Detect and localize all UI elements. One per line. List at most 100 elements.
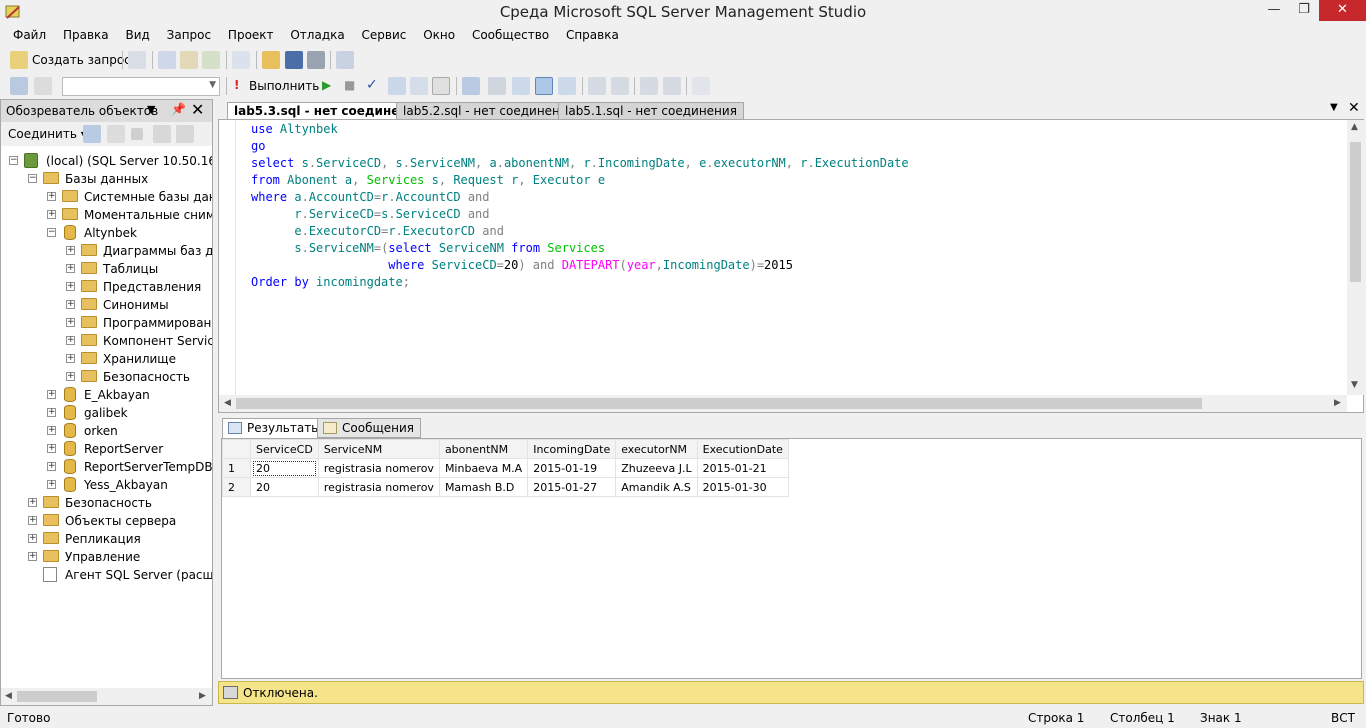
scroll-left-icon[interactable]: ◀	[5, 691, 12, 701]
new-query-button[interactable]: Создать запрос	[32, 53, 131, 67]
tab-results[interactable]: Результаты	[222, 418, 328, 439]
collapse-icon[interactable]: −	[9, 156, 18, 165]
grid-corner[interactable]	[222, 439, 251, 459]
increase-indent-icon[interactable]	[663, 77, 681, 95]
expand-icon[interactable]: +	[28, 534, 37, 543]
column-header[interactable]: executorNM	[615, 439, 698, 459]
tree-node[interactable]: + ReportServer	[1, 440, 212, 458]
expand-icon[interactable]: +	[66, 336, 75, 345]
tree-node[interactable]: − Базы данных	[1, 170, 212, 188]
disconnect-icon[interactable]	[107, 125, 125, 143]
expand-icon[interactable]: +	[47, 444, 56, 453]
scroll-up-icon[interactable]: ▲	[1351, 122, 1358, 132]
expand-icon[interactable]: +	[66, 246, 75, 255]
table-cell[interactable]: 20	[250, 477, 319, 497]
expand-icon[interactable]: +	[66, 354, 75, 363]
column-header[interactable]: ExecutionDate	[696, 439, 789, 459]
menu-window[interactable]: Окно	[423, 26, 455, 44]
change-connection-icon[interactable]	[34, 77, 52, 95]
tree-node[interactable]: + E_Akbayan	[1, 386, 212, 404]
tree-node[interactable]: + Хранилище	[1, 350, 212, 368]
table-cell[interactable]: registrasia nomerov	[317, 477, 440, 497]
table-cell[interactable]: 2015-01-19	[527, 458, 617, 478]
connect-icon[interactable]	[10, 77, 28, 95]
column-header[interactable]: IncomingDate	[527, 439, 617, 459]
decrease-indent-icon[interactable]	[640, 77, 658, 95]
expand-icon[interactable]: +	[47, 408, 56, 417]
menu-debug[interactable]: Отладка	[290, 26, 344, 44]
tab-messages[interactable]: Сообщения	[317, 418, 422, 438]
expand-icon[interactable]: +	[47, 192, 56, 201]
minimize-button[interactable]: —	[1259, 0, 1289, 21]
table-row[interactable]: 2 20 registrasia nomerov Mamash B.D 2015-01-…	[222, 477, 789, 497]
specify-values-icon[interactable]	[432, 77, 450, 95]
column-header[interactable]: abonentNM	[438, 439, 529, 459]
expand-icon[interactable]: +	[28, 552, 37, 561]
tree-node[interactable]: + Репликация	[1, 530, 212, 548]
menu-project[interactable]: Проект	[228, 26, 274, 44]
pin-icon[interactable]: 📌	[171, 102, 186, 116]
dmx-query-icon[interactable]	[202, 51, 220, 69]
expand-icon[interactable]: +	[66, 300, 75, 309]
refresh-icon[interactable]	[176, 125, 194, 143]
menu-tools[interactable]: Сервис	[362, 26, 407, 44]
sql-code[interactable]: use Altynbek go select s.ServiceCD, s.Serv…	[251, 121, 909, 291]
tree-node[interactable]: + Диаграммы баз данных	[1, 242, 212, 260]
execute-icon[interactable]: !	[234, 78, 239, 92]
menu-community[interactable]: Сообщество	[472, 26, 549, 44]
menu-view[interactable]: Вид	[125, 26, 149, 44]
row-number[interactable]: 2	[222, 477, 251, 497]
code-line[interactable]: where a.AccountCD=r.AccountCD and	[251, 189, 909, 206]
sql-editor[interactable]: use Altynbek go select s.ServiceCD, s.Serv…	[218, 119, 1364, 413]
editor-hscroll-thumb[interactable]	[236, 398, 1202, 409]
debug-icon[interactable]: ▶	[322, 78, 331, 92]
code-line[interactable]: go	[251, 138, 909, 155]
code-line[interactable]: where ServiceCD=20) and DATEPART(year,In…	[251, 257, 909, 274]
code-line[interactable]: use Altynbek	[251, 121, 909, 138]
editor-vertical-scrollbar[interactable]: ▲ ▼	[1347, 120, 1364, 395]
expand-icon[interactable]: +	[47, 462, 56, 471]
results-to-grid-icon[interactable]	[535, 77, 553, 95]
uncomment-icon[interactable]	[611, 77, 629, 95]
close-panel-icon[interactable]: ✕	[191, 100, 204, 119]
expand-icon[interactable]: +	[66, 372, 75, 381]
tree-node[interactable]: + orken	[1, 422, 212, 440]
connect-dropdown-button[interactable]: Соединить ▾	[8, 127, 87, 141]
tab-lab5-2[interactable]: lab5.2.sql - нет соединения	[396, 102, 582, 119]
execute-button[interactable]: Выполнить	[249, 79, 319, 93]
code-line[interactable]: e.ExecutorCD=r.ExecutorCD and	[251, 223, 909, 240]
panel-menu-chevron-down-icon[interactable]: ▼	[147, 103, 155, 116]
collapse-icon[interactable]: −	[47, 228, 56, 237]
expand-icon[interactable]: +	[47, 210, 56, 219]
tree-node[interactable]: + Программирование	[1, 314, 212, 332]
table-cell[interactable]: Amandik A.S	[615, 477, 698, 497]
new-query-icon[interactable]	[10, 51, 28, 69]
editor-horizontal-scrollbar[interactable]: ◀ ▶	[219, 395, 1347, 412]
table-row[interactable]: 1 20 registrasia nomerov Minbaeva M.A 2015-0…	[222, 458, 789, 478]
tree-node[interactable]: + Таблицы	[1, 260, 212, 278]
tree-node[interactable]: + galibek	[1, 404, 212, 422]
table-cell[interactable]: registrasia nomerov	[317, 458, 440, 478]
code-line[interactable]: Order by incomingdate;	[251, 274, 909, 291]
close-window-button[interactable]: ✕	[1319, 0, 1366, 21]
tree-scroll-thumb[interactable]	[17, 691, 97, 702]
tree-node[interactable]: − Altynbek	[1, 224, 212, 242]
xmla-query-icon[interactable]	[232, 51, 250, 69]
estimated-plan-icon[interactable]	[388, 77, 406, 95]
expand-icon[interactable]: +	[47, 390, 56, 399]
expand-icon[interactable]: +	[47, 480, 56, 489]
scroll-down-icon[interactable]: ▼	[1351, 380, 1358, 390]
menu-query[interactable]: Запрос	[167, 26, 211, 44]
client-stats-icon[interactable]	[488, 77, 506, 95]
tree-node[interactable]: + Yess_Akbayan	[1, 476, 212, 494]
results-to-text-icon[interactable]	[512, 77, 530, 95]
column-header[interactable]: ServiceCD	[250, 439, 319, 459]
activity-monitor-icon[interactable]	[336, 51, 354, 69]
stop-icon[interactable]	[131, 128, 143, 140]
query-designer-icon[interactable]	[410, 77, 428, 95]
row-number[interactable]: 1	[222, 458, 251, 478]
tree-node[interactable]: + Безопасность	[1, 368, 212, 386]
tab-list-chevron-down-icon[interactable]: ▼	[1330, 102, 1338, 113]
table-cell[interactable]: 2015-01-21	[696, 458, 789, 478]
tree-node[interactable]: + Синонимы	[1, 296, 212, 314]
